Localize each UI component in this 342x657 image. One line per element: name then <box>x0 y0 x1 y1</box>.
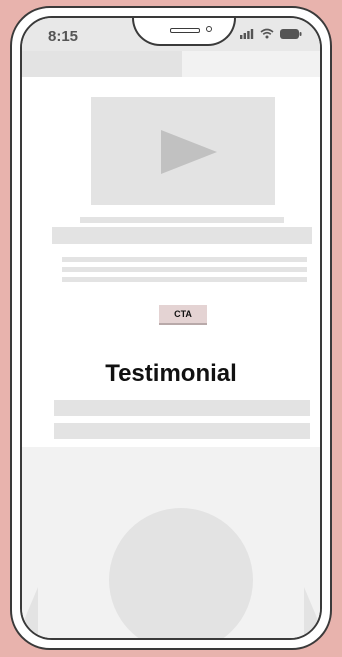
main-content: CTA Testimonial <box>22 77 320 447</box>
text-line-placeholder <box>62 267 307 272</box>
cta-button[interactable]: CTA <box>159 305 207 325</box>
testimonial-text-placeholder <box>54 400 310 416</box>
battery-icon <box>280 28 302 39</box>
avatar-placeholder <box>109 508 253 638</box>
text-line-placeholder <box>62 257 307 262</box>
headline-placeholder <box>52 227 312 244</box>
notch <box>132 18 236 46</box>
testimonial-text-placeholder <box>54 423 310 439</box>
testimonial-heading: Testimonial <box>105 360 237 387</box>
carousel-next-arrow-icon[interactable] <box>304 587 320 638</box>
status-icons <box>240 28 302 39</box>
tab-bar <box>22 51 320 77</box>
signal-icon <box>240 28 254 39</box>
wifi-icon <box>260 28 274 39</box>
video-placeholder[interactable] <box>91 97 275 205</box>
phone-screen: 8:15 CTA Testimonial <box>20 16 322 640</box>
testimonial-carousel <box>22 447 320 638</box>
tab-placeholder-active[interactable] <box>22 51 182 77</box>
speaker-icon <box>170 28 200 33</box>
tab-placeholder[interactable] <box>182 51 320 77</box>
carousel-prev-arrow-icon[interactable] <box>22 587 38 638</box>
phone-frame: 8:15 CTA Testimonial <box>10 6 332 650</box>
play-icon[interactable] <box>161 130 217 174</box>
text-line-placeholder <box>62 277 307 282</box>
status-bar: 8:15 <box>22 18 320 51</box>
status-time: 8:15 <box>48 28 79 45</box>
caption-line-placeholder <box>80 217 284 223</box>
camera-icon <box>206 26 212 32</box>
